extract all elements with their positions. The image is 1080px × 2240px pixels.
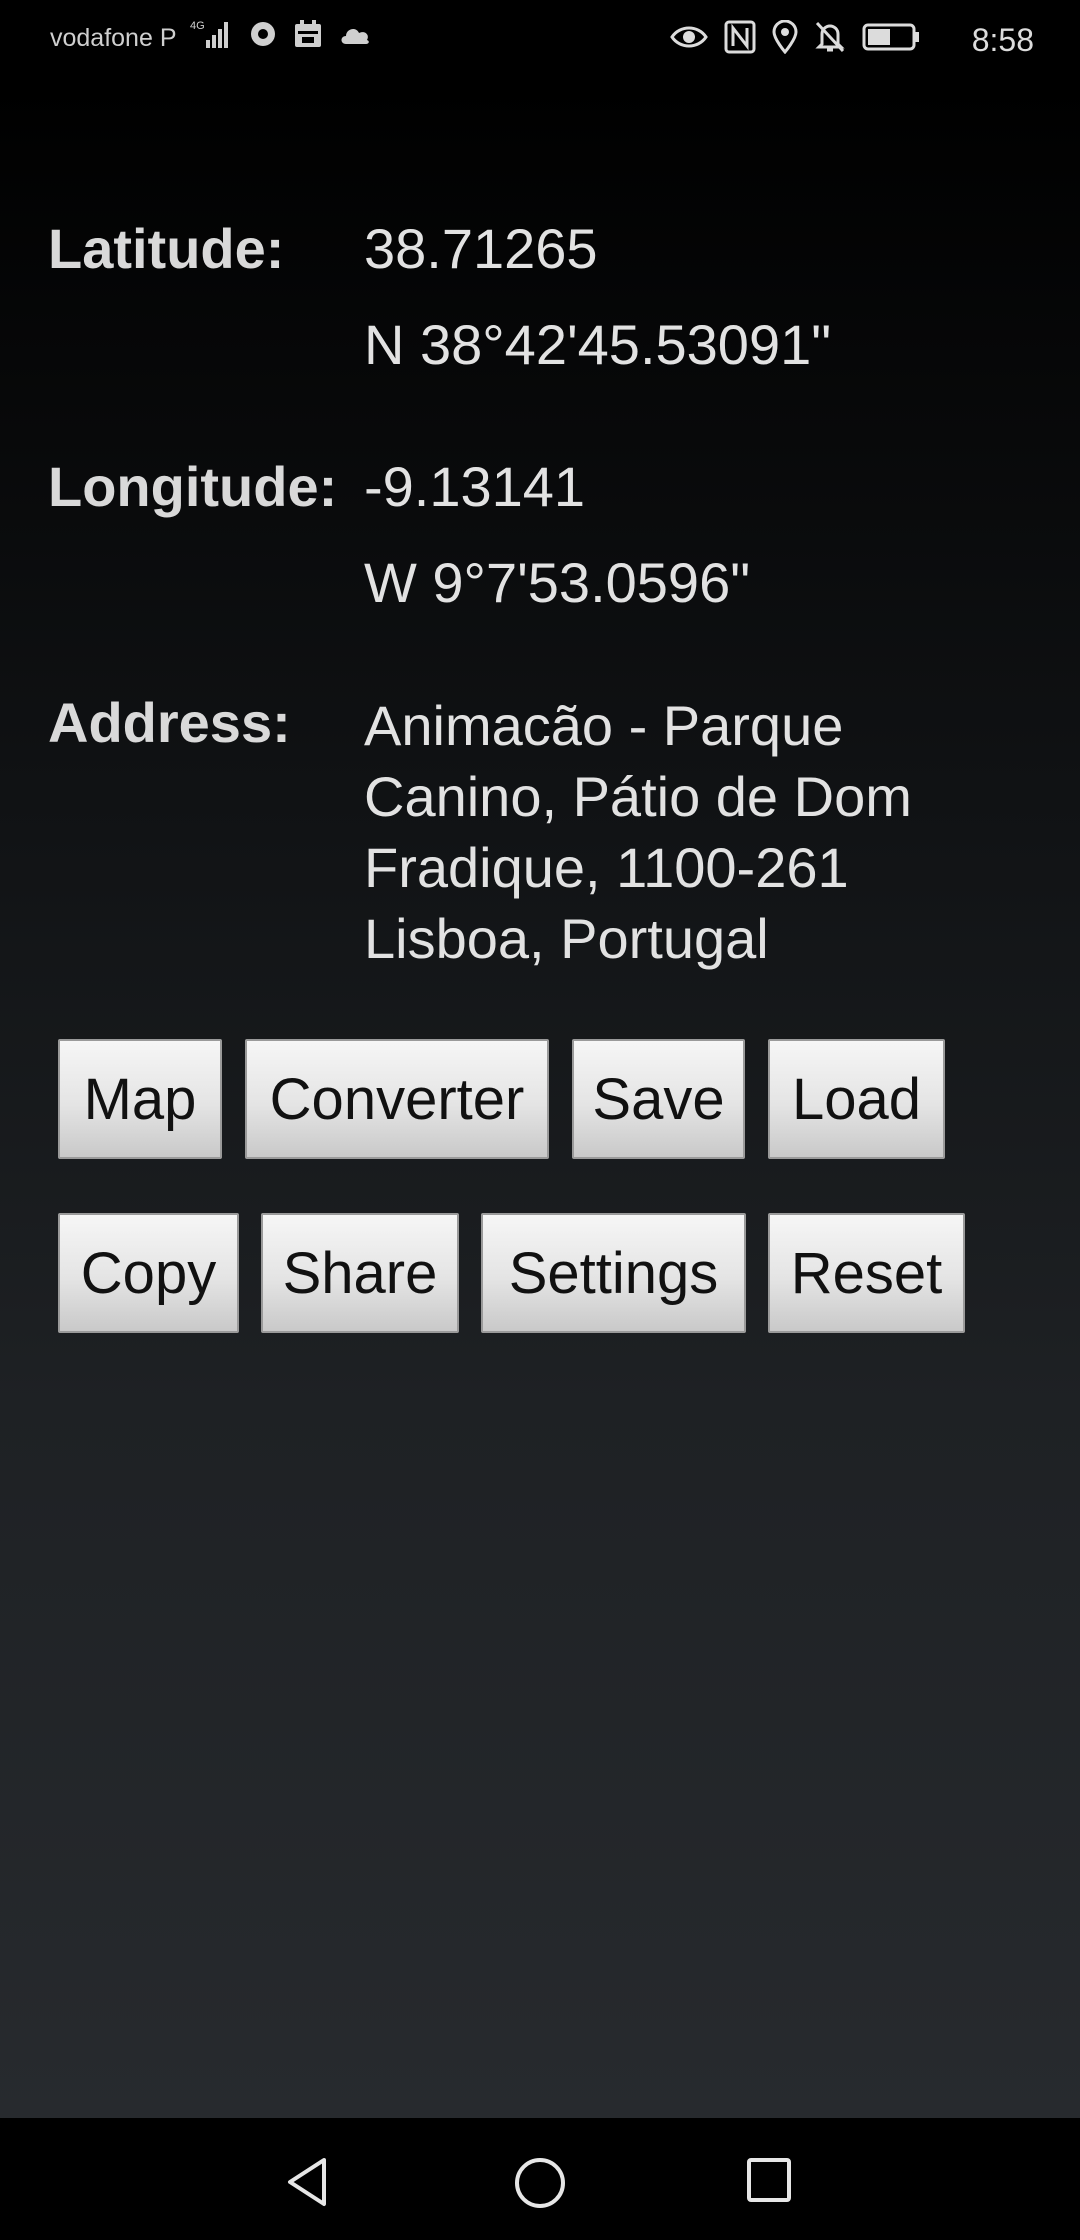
calendar-icon [292, 18, 324, 55]
address-line: Canino, Pátio de Dom [364, 765, 912, 828]
app-content: Latitude: 38.71265 N 38°42'45.53091" Lon… [0, 80, 1080, 2118]
location-icon [772, 19, 798, 59]
converter-button[interactable]: Converter [245, 1039, 549, 1159]
copy-button[interactable]: Copy [58, 1213, 239, 1333]
nfc-icon [724, 20, 756, 59]
longitude-dms: W 9°7'53.0596" [364, 551, 751, 614]
share-button[interactable]: Share [261, 1213, 459, 1333]
network-type: 4G [190, 20, 205, 32]
battery-icon [862, 22, 920, 57]
address-label: Address: [48, 691, 291, 754]
map-button[interactable]: Map [58, 1039, 222, 1159]
reset-button[interactable]: Reset [768, 1213, 965, 1333]
longitude-label: Longitude: [48, 455, 338, 518]
cloud-icon [338, 22, 372, 51]
address-line: Fradique, 1100-261 [364, 836, 849, 899]
address-line: Animacão - Parque [364, 694, 844, 757]
status-icons-left: 4G [190, 18, 372, 55]
eye-icon [670, 22, 708, 57]
settings-button[interactable]: Settings [481, 1213, 746, 1333]
latitude-dms: N 38°42'45.53091" [364, 313, 832, 376]
load-button[interactable]: Load [768, 1039, 945, 1159]
carrier-name: vodafone P [50, 24, 177, 52]
clock: 8:58 [971, 22, 1034, 58]
address-value: Animacão - Parque Canino, Pátio de Dom F… [364, 690, 1044, 974]
save-button[interactable]: Save [572, 1039, 745, 1159]
latitude-decimal: 38.71265 [364, 217, 598, 280]
navigation-bar [0, 2118, 1080, 2240]
address-line: Lisboa, Portugal [364, 907, 769, 970]
record-icon [248, 19, 278, 54]
back-icon[interactable] [282, 2156, 334, 2213]
home-icon[interactable] [513, 2156, 567, 2215]
status-bar: vodafone P 4G 8:58 [0, 0, 1080, 80]
longitude-decimal: -9.13141 [364, 455, 586, 518]
latitude-label: Latitude: [48, 217, 285, 280]
recents-icon[interactable] [745, 2156, 793, 2209]
status-icons-right [670, 19, 920, 59]
signal-icon: 4G [190, 18, 234, 55]
bell-off-icon [814, 20, 846, 59]
